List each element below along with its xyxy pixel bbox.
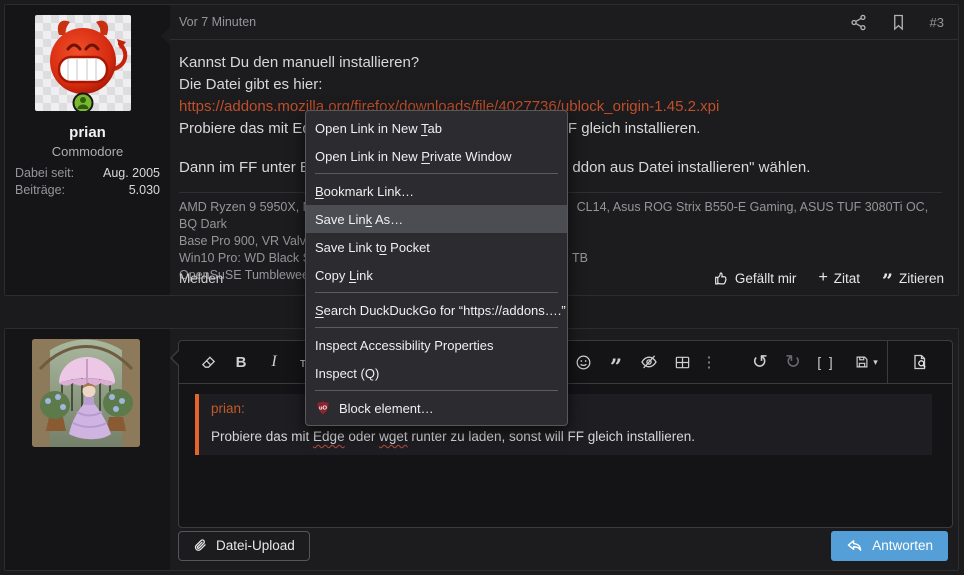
anime-garden-avatar-image bbox=[32, 339, 140, 447]
menu-item-copy-link[interactable]: Copy Link bbox=[306, 261, 567, 289]
speech-bubble-tail bbox=[161, 27, 170, 45]
menu-separator bbox=[315, 390, 558, 391]
paperclip-icon bbox=[194, 539, 206, 551]
add-quote-label: Zitat bbox=[833, 270, 861, 286]
menu-item-inspect[interactable]: Inspect (Q) bbox=[306, 359, 567, 387]
bold-icon[interactable]: B bbox=[229, 349, 253, 375]
remove-format-icon[interactable] bbox=[196, 349, 220, 375]
plus-icon: + bbox=[818, 269, 828, 286]
preview-button[interactable] bbox=[887, 341, 952, 383]
post-author-sidebar: prian Commodore Dabei seit: Aug. 2005 Be… bbox=[5, 5, 170, 295]
menu-separator bbox=[315, 292, 558, 293]
file-upload-label: Datei-Upload bbox=[216, 538, 295, 553]
editor-bubble-tail bbox=[170, 349, 179, 367]
menu-item-open-new-tab[interactable]: Open Link in New Tab bbox=[306, 114, 567, 142]
misspelled-word: Edge bbox=[313, 429, 345, 444]
post-timestamp[interactable]: Vor 7 Minuten bbox=[179, 15, 850, 29]
quote-icon[interactable]: ” bbox=[604, 354, 628, 380]
reply-author-sidebar bbox=[5, 329, 170, 570]
spoiler-icon[interactable] bbox=[637, 349, 661, 375]
preview-icon bbox=[914, 354, 926, 370]
post-body-line: Kannst Du den manuell installieren? bbox=[179, 54, 420, 71]
joined-stat: Dabei seit: Aug. 2005 bbox=[15, 166, 160, 180]
submit-reply-label: Antworten bbox=[872, 538, 933, 553]
misspelled-word: wget bbox=[379, 429, 408, 444]
posts-label: Beiträge: bbox=[15, 183, 66, 197]
menu-item-block-element[interactable]: uO Block element… bbox=[306, 394, 567, 422]
menu-separator bbox=[315, 327, 558, 328]
svg-text:uO: uO bbox=[319, 406, 328, 412]
quote-label: Zitieren bbox=[898, 270, 944, 286]
user-rank: Commodore bbox=[51, 144, 124, 159]
bookmark-icon[interactable] bbox=[891, 14, 906, 31]
avatar[interactable] bbox=[35, 15, 131, 111]
ublock-origin-icon: uO bbox=[317, 401, 329, 415]
source-code-icon[interactable]: [ ] bbox=[814, 349, 838, 375]
thumbs-up-icon bbox=[715, 272, 727, 285]
chevron-down-icon: ▾ bbox=[873, 356, 878, 367]
post-header: Vor 7 Minuten #3 bbox=[170, 5, 958, 40]
joined-label: Dabei seit: bbox=[15, 166, 75, 180]
avatar[interactable] bbox=[32, 339, 140, 447]
joined-value: Aug. 2005 bbox=[103, 166, 160, 180]
menu-item-search-duckduckgo[interactable]: Search DuckDuckGo for “https://addons….” bbox=[306, 296, 567, 324]
menu-item-inspect-accessibility[interactable]: Inspect Accessibility Properties bbox=[306, 331, 567, 359]
save-draft-button[interactable]: ▾ bbox=[847, 349, 885, 375]
like-button[interactable]: Gefällt mir bbox=[713, 270, 797, 286]
file-upload-button[interactable]: Datei-Upload bbox=[178, 531, 310, 561]
report-link[interactable]: Melden bbox=[179, 271, 223, 286]
posts-stat: Beiträge: 5.030 bbox=[15, 183, 160, 197]
posts-value: 5.030 bbox=[128, 183, 160, 197]
menu-item-bookmark-link[interactable]: Bookmark Link… bbox=[306, 177, 567, 205]
reply-arrow-icon bbox=[847, 540, 862, 551]
table-icon[interactable] bbox=[670, 349, 694, 375]
submit-reply-button[interactable]: Antworten bbox=[831, 531, 948, 561]
username[interactable]: prian bbox=[5, 124, 170, 141]
quote-button[interactable]: ” Zitieren bbox=[882, 270, 944, 293]
menu-separator bbox=[315, 173, 558, 174]
reply-actions-row: Datei-Upload Antworten bbox=[178, 531, 948, 561]
quote-marks-icon: ” bbox=[882, 270, 893, 293]
italic-icon[interactable]: I bbox=[262, 349, 286, 375]
quote-text: Probiere das mit Edge oder wget runter z… bbox=[211, 429, 696, 444]
undo-icon[interactable]: ↺ bbox=[748, 349, 772, 375]
redo-icon[interactable]: ↻ bbox=[781, 349, 805, 375]
post-body-line: Die Datei gibt es hier: bbox=[179, 76, 323, 93]
add-quote-button[interactable]: + Zitat bbox=[818, 270, 860, 286]
devil-smiley-avatar-image bbox=[35, 15, 131, 111]
post-number[interactable]: #3 bbox=[930, 15, 944, 30]
menu-item-open-private-window[interactable]: Open Link in New Private Window bbox=[306, 142, 567, 170]
context-menu: Open Link in New Tab Open Link in New Pr… bbox=[305, 110, 568, 426]
like-label: Gefällt mir bbox=[734, 270, 797, 286]
save-icon bbox=[856, 356, 868, 368]
emoji-icon[interactable] bbox=[571, 349, 595, 375]
share-icon[interactable] bbox=[850, 14, 867, 31]
menu-item-save-link-to-pocket[interactable]: Save Link to Pocket bbox=[306, 233, 567, 261]
menu-item-save-link-as[interactable]: Save Link As… bbox=[306, 205, 567, 233]
more-options-icon[interactable]: ⋮ bbox=[702, 349, 717, 375]
